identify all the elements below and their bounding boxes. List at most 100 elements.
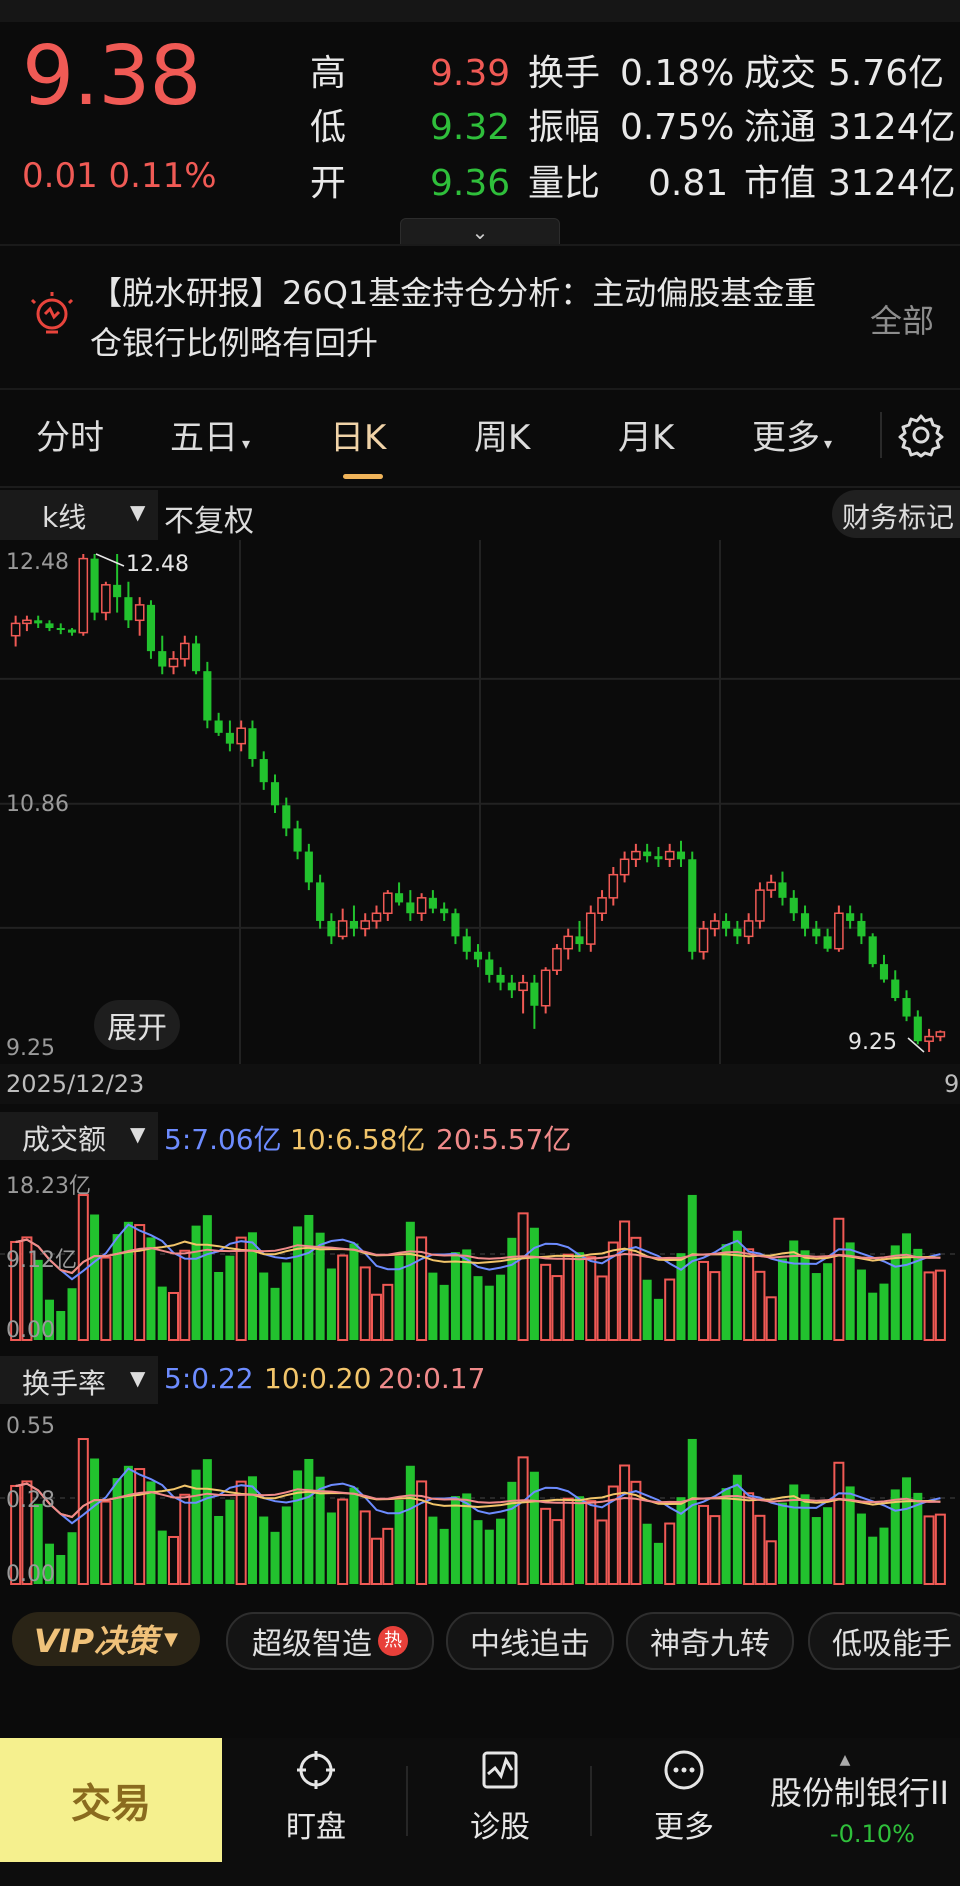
volume-ma20: 20:5.57亿	[436, 1123, 572, 1156]
candle-body	[282, 805, 291, 829]
chip-magic-nine[interactable]: 神奇九转	[626, 1612, 794, 1670]
turnover-bar	[281, 1506, 291, 1584]
candle-body	[902, 998, 911, 1017]
expand-button[interactable]: 展开	[94, 1000, 180, 1050]
news-line-2: 仓银行比例略有回升	[90, 324, 379, 362]
tab-weekly-k[interactable]: 周K	[474, 410, 530, 459]
mktcap-value: 3124亿	[828, 163, 956, 204]
volume-bar	[551, 1275, 563, 1342]
volume-chart[interactable]	[0, 1160, 960, 1346]
turnover-ma5: 5:0.22	[164, 1362, 254, 1395]
tab-five-day[interactable]: 五日 ▾	[170, 410, 250, 459]
sector-quote-button[interactable]: ▲ 股份制银行II -0.10%	[770, 1752, 960, 1848]
turnover-bar	[235, 1480, 247, 1585]
volume-bar	[923, 1271, 935, 1341]
chip-dip-buyer[interactable]: 低吸能手	[808, 1612, 960, 1670]
candle-body	[236, 727, 246, 745]
trade-button[interactable]: 交易	[0, 1738, 222, 1862]
volume-bar	[585, 1256, 597, 1341]
turnover-bar	[202, 1459, 212, 1584]
turnover-bar	[823, 1507, 833, 1584]
turnover-bar	[574, 1496, 585, 1584]
divider	[880, 412, 882, 458]
turnover-axis-top: 0.55	[6, 1414, 55, 1439]
candle-body	[698, 927, 709, 953]
turnover-chart[interactable]	[0, 1404, 960, 1590]
turnover-bar	[382, 1527, 394, 1585]
gear-icon[interactable]	[898, 412, 944, 458]
turnover-bar	[754, 1514, 766, 1585]
candle-body	[22, 619, 32, 625]
candle-body	[67, 629, 77, 633]
chevron-down-icon: ⌄	[471, 220, 489, 244]
chip-super-smart[interactable]: 超级智造 热	[226, 1612, 434, 1670]
volume-bar	[359, 1266, 371, 1341]
chip-mid-term[interactable]: 中线追击	[446, 1612, 614, 1670]
volume-bar	[642, 1279, 652, 1340]
candle-body	[857, 920, 866, 937]
low-value: 9.32	[430, 107, 511, 148]
kline-chart[interactable]	[0, 540, 960, 1064]
candle-body	[789, 897, 798, 914]
turnover-bar	[270, 1531, 280, 1584]
candle-body	[585, 912, 596, 945]
volume-bar	[811, 1273, 821, 1340]
volume-bar	[112, 1234, 122, 1340]
open-value: 9.36	[430, 163, 511, 204]
turnover-bar	[529, 1471, 539, 1584]
volume-bar	[732, 1230, 742, 1340]
turnover-bar	[214, 1515, 224, 1584]
turnover-axis-mid: 0.28	[6, 1488, 55, 1513]
candle-body	[416, 897, 427, 914]
turnover-bar	[67, 1532, 77, 1584]
divider	[0, 486, 960, 488]
turnover-bar	[247, 1476, 257, 1584]
tab-daily-k[interactable]: 日K	[330, 410, 386, 459]
candle-body	[248, 728, 257, 760]
active-tab-indicator	[343, 474, 383, 479]
volume-bar	[214, 1271, 224, 1340]
caret-up-icon: ▲	[839, 1752, 851, 1768]
turnover-bar	[428, 1516, 438, 1584]
volume-bar	[698, 1260, 710, 1341]
turnover-bar	[259, 1516, 269, 1584]
turnover-bar	[517, 1456, 529, 1585]
candle-body	[304, 851, 313, 883]
volume-bar	[337, 1254, 349, 1341]
volume-ma10: 10:6.58亿	[290, 1123, 426, 1156]
turnover-bar	[304, 1458, 314, 1584]
candle-body	[146, 604, 156, 652]
turnover-label: 换手	[528, 53, 601, 94]
tab-intraday[interactable]: 分时	[36, 410, 104, 459]
volume-bar	[496, 1274, 506, 1340]
candle-body	[440, 908, 449, 914]
candle-body	[608, 873, 619, 899]
candle-body	[34, 620, 43, 624]
tab-monthly-k[interactable]: 月K	[618, 410, 674, 459]
candle-body	[935, 1031, 946, 1038]
volume-bar	[890, 1245, 900, 1340]
volume-bar	[235, 1236, 247, 1341]
candle-body	[846, 913, 855, 921]
vip-decision-button[interactable]: VIP决策 ▼	[12, 1612, 200, 1666]
candle-body	[913, 1016, 922, 1042]
volume-bar	[270, 1287, 280, 1340]
candle-body	[643, 851, 652, 857]
expand-quote-handle[interactable]: ⌄	[400, 218, 560, 246]
turnover-panel-title: 换手率	[22, 1367, 107, 1400]
y-axis-label-top: 12.48	[6, 550, 69, 575]
adjustment-selector[interactable]: 不复权	[164, 496, 254, 540]
turnover-bar	[56, 1554, 66, 1584]
candle-body	[270, 782, 280, 806]
watch-button[interactable]: 盯盘	[246, 1748, 386, 1858]
volume-axis-zero: 0.00	[6, 1318, 55, 1343]
tab-more[interactable]: 更多 ▾	[752, 410, 832, 459]
max-price-label: 12.48	[126, 552, 189, 577]
diagnose-button[interactable]: 诊股	[430, 1748, 570, 1858]
volume-bar	[777, 1258, 787, 1340]
volume-bar	[562, 1253, 574, 1341]
dropdown-arrow-icon: ▼	[130, 1366, 146, 1390]
volume-bar	[326, 1268, 336, 1340]
news-all-link[interactable]: 全部	[870, 296, 934, 342]
news-headline[interactable]: 【脱水研报】26Q1基金持仓分析：主动偏股基金重 仓银行比例略有回升	[90, 268, 860, 368]
